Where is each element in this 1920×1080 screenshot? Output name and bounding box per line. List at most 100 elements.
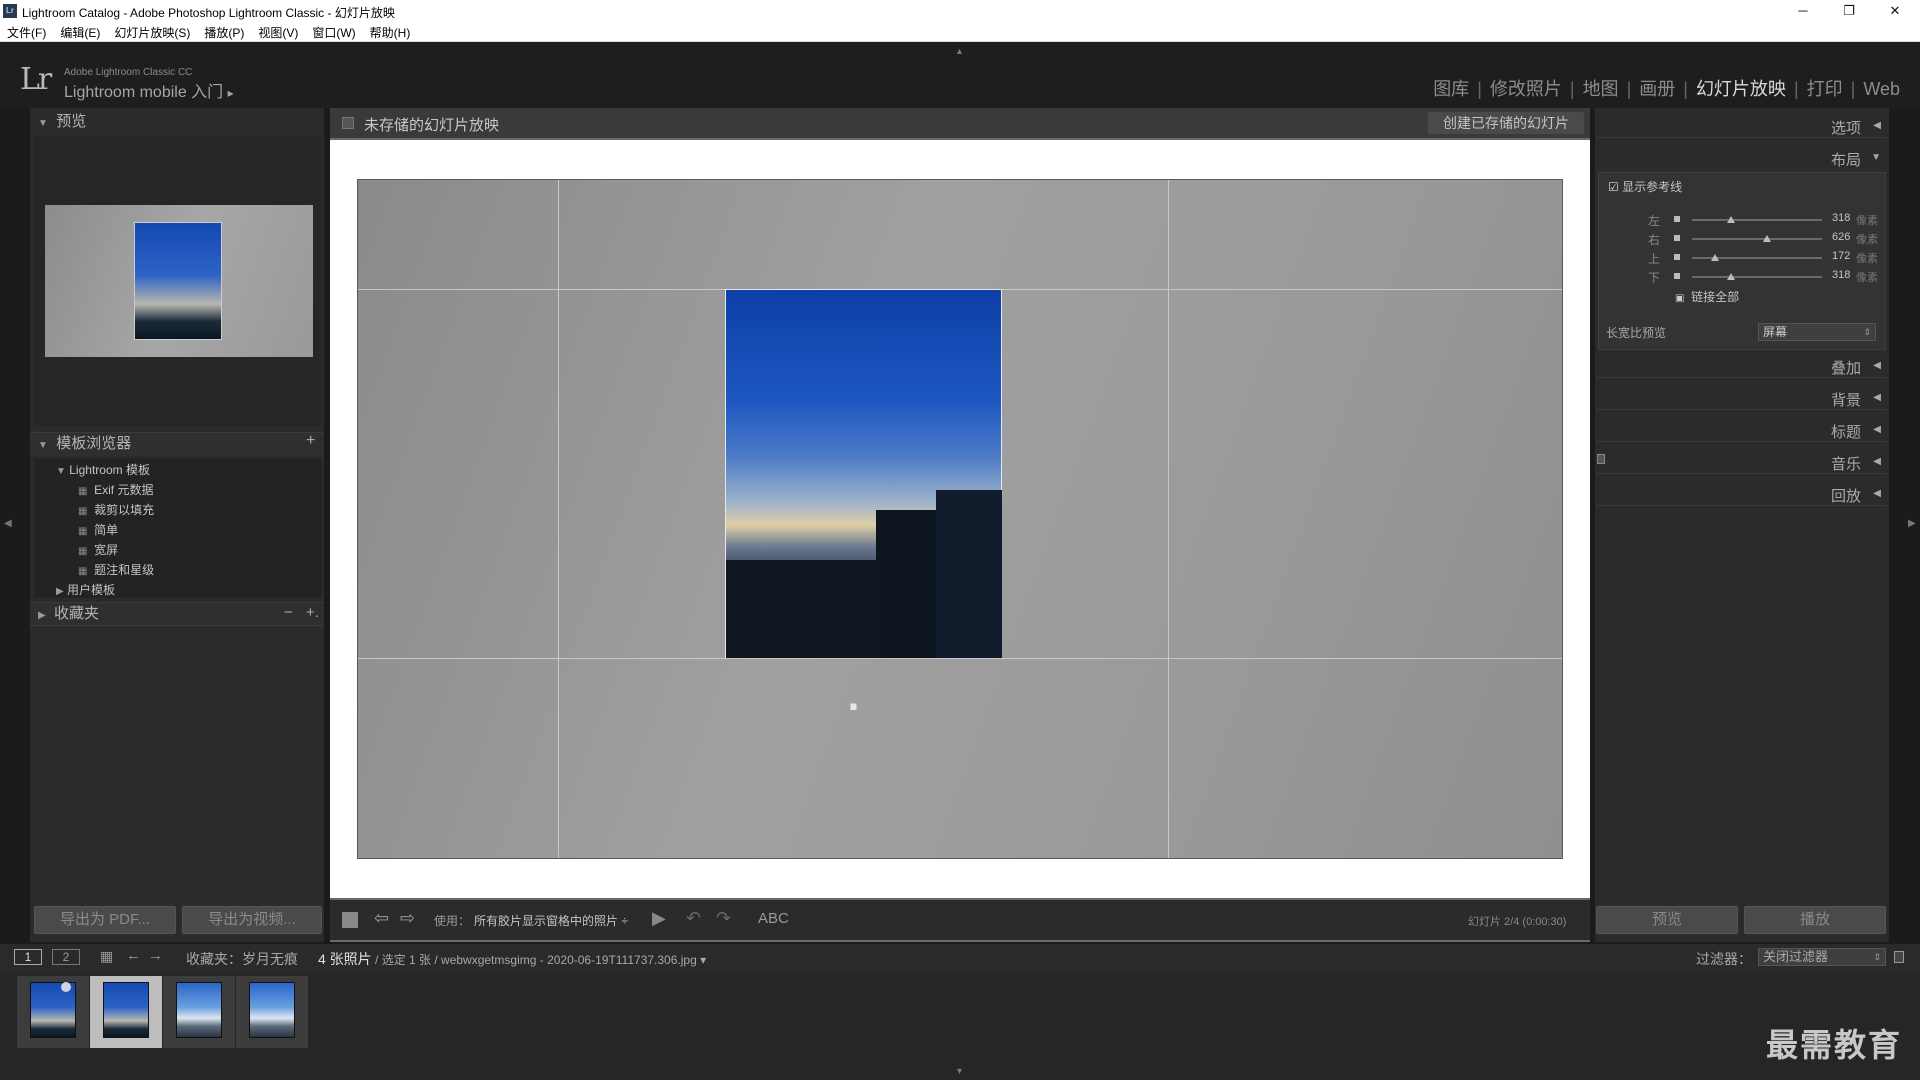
guide-slider-knob[interactable] (1711, 254, 1720, 261)
mobile-link[interactable]: Lightroom mobile 入门 ▸ (64, 78, 234, 102)
menu-slideshow[interactable]: 幻灯片放映(S) (107, 22, 197, 41)
export-video-button[interactable]: 导出为视频... (182, 906, 322, 934)
close-button[interactable]: ✕ (1872, 2, 1918, 22)
guide-slider-knob[interactable] (1763, 235, 1772, 242)
module-book[interactable]: 画册 (1631, 79, 1683, 99)
filmstrip-thumbnail[interactable] (236, 976, 308, 1048)
template-group-user[interactable]: ▶ 用户模板 (56, 581, 115, 598)
slide-photo[interactable] (725, 289, 1002, 658)
guide-bottom[interactable] (358, 658, 1562, 659)
filter-value: 关闭过滤器 (1763, 949, 1829, 964)
menu-edit[interactable]: 编辑(E) (53, 22, 107, 41)
section-header-music[interactable]: 音乐 ◀ (1597, 448, 1887, 474)
filter-lock-icon[interactable] (1894, 951, 1904, 963)
menu-window[interactable]: 窗口(W) (305, 22, 362, 41)
collapse-top-icon[interactable]: ▲ (955, 46, 964, 56)
guide-checkbox[interactable] (1674, 235, 1680, 241)
guide-slider-knob[interactable] (1727, 273, 1735, 280)
add-collection-button[interactable]: +. (306, 604, 319, 621)
link-all-checkbox[interactable]: ▣ 链接全部 (1675, 288, 1739, 305)
menu-file[interactable]: 文件(F) (0, 22, 53, 41)
filmstrip-bar: 1 2 ▦ ← → 收藏夹：岁月无痕 4 张照片 / 选定 1 张 / webw… (0, 944, 1920, 972)
play-icon[interactable]: ▶ (652, 908, 666, 929)
add-text-button[interactable]: ABC (758, 910, 789, 927)
stop-icon[interactable] (342, 912, 358, 928)
section-header-backdrop[interactable]: 背景 ◀ (1597, 384, 1887, 410)
dropdown-icon: ⇕ (1873, 952, 1881, 962)
layout-section-header[interactable]: 布局 ▼ (1597, 144, 1887, 170)
template-grid-icon: ▦ (78, 546, 88, 557)
forward-icon[interactable]: → (148, 947, 163, 964)
menu-play[interactable]: 播放(P) (197, 22, 251, 41)
module-web[interactable]: Web (1855, 79, 1908, 99)
remove-collection-button[interactable]: − (284, 604, 293, 621)
guide-checkbox[interactable] (1674, 254, 1680, 260)
template-item[interactable]: ▦ 裁剪以填充 (78, 501, 322, 518)
template-label: 简单 (94, 523, 119, 537)
create-saved-slideshow-button[interactable]: 创建已存储的幻灯片 (1428, 112, 1584, 134)
rotate-right-icon[interactable]: ↷ (716, 908, 731, 929)
restore-button[interactable]: ❐ (1826, 2, 1872, 22)
menu-help[interactable]: 帮助(H) (363, 22, 418, 41)
previous-icon[interactable]: ⇦ (374, 908, 389, 929)
use-source-select[interactable]: 所有胶片显示窗格中的照片 ÷ (474, 912, 628, 929)
guide-slider-track[interactable] (1692, 219, 1822, 221)
module-map[interactable]: 地图 (1575, 79, 1627, 99)
watermark: 最需教育 (1766, 1027, 1903, 1063)
options-title: 选项 (1830, 120, 1861, 137)
module-library[interactable]: 图库 (1425, 79, 1477, 99)
guide-left[interactable] (558, 180, 559, 858)
grid-view-icon[interactable]: ▦ (100, 948, 113, 965)
template-item[interactable]: ▦ 宽屏 (78, 541, 322, 558)
module-slideshow[interactable]: 幻灯片放映 (1688, 79, 1794, 99)
badge-icon (61, 982, 71, 992)
export-pdf-button[interactable]: 导出为 PDF... (34, 906, 176, 934)
thumbnail-image (249, 982, 295, 1038)
window-1-button[interactable]: 1 (14, 949, 42, 965)
aspect-preview-select[interactable]: 屏幕 ⇕ (1758, 323, 1876, 341)
template-item[interactable]: ▦ 题注和星级 (78, 561, 322, 578)
guide-right[interactable] (1168, 180, 1169, 858)
section-header-playback[interactable]: 回放 ◀ (1597, 480, 1887, 506)
module-picker: 图库 | 修改照片 | 地图 | 画册 | 幻灯片放映 | 打印 | Web (1425, 75, 1908, 101)
minimize-button[interactable]: ─ (1780, 2, 1826, 22)
drag-handle-icon[interactable]: IIII (850, 702, 857, 712)
collapse-bottom-icon[interactable]: ▼ (955, 1066, 964, 1076)
add-template-button[interactable]: + (306, 432, 315, 450)
preview-button[interactable]: 预览 (1596, 906, 1738, 934)
guide-slider-knob[interactable] (1727, 216, 1735, 223)
template-item[interactable]: ▦ 简单 (78, 521, 322, 538)
module-develop[interactable]: 修改照片 (1482, 79, 1570, 99)
rotate-left-icon[interactable]: ↶ (686, 908, 701, 929)
guide-slider-track[interactable] (1692, 238, 1822, 240)
aspect-preview-label: 长宽比预览 (1606, 326, 1667, 340)
preview-panel-header[interactable]: ▼ 预览 (38, 110, 322, 134)
guide-value: 318 (1832, 269, 1851, 281)
next-icon[interactable]: ⇨ (400, 908, 415, 929)
options-section-header[interactable]: 选项 ◀ (1597, 112, 1887, 138)
guide-slider-row: 右 626 像素 (1648, 231, 1884, 247)
filmstrip-thumbnail[interactable] (17, 976, 89, 1048)
music-toggle-icon[interactable] (1597, 454, 1605, 464)
guide-slider-track[interactable] (1692, 276, 1822, 278)
filter-select[interactable]: 关闭过滤器 ⇕ (1758, 948, 1886, 966)
template-item[interactable]: ▦ Exif 元数据 (78, 481, 322, 498)
filmstrip-thumbnail-selected[interactable] (90, 976, 162, 1048)
collapse-right-icon[interactable]: ▶ (1908, 518, 1916, 529)
guide-checkbox[interactable] (1674, 273, 1680, 279)
menu-view[interactable]: 视图(V) (251, 22, 305, 41)
window-2-button[interactable]: 2 (52, 949, 80, 965)
collapse-left-icon[interactable]: ◀ (4, 518, 12, 529)
template-browser-title-row: ▼ 模板浏览器 (38, 432, 131, 456)
guide-checkbox[interactable] (1674, 216, 1680, 222)
section-header-titles[interactable]: 标题 ◀ (1597, 416, 1887, 442)
back-icon[interactable]: ← (126, 947, 141, 964)
play-button[interactable]: 播放 (1744, 906, 1886, 934)
module-print[interactable]: 打印 (1799, 79, 1851, 99)
template-grid-icon: ▦ (78, 486, 88, 497)
show-guides-checkbox[interactable]: ☑ 显示参考线 (1608, 178, 1682, 195)
filmstrip-source[interactable]: 收藏夹：岁月无痕 (186, 949, 298, 969)
section-header-overlay[interactable]: 叠加 ◀ (1597, 352, 1887, 378)
template-group-lightroom[interactable]: ▼ Lightroom 模板 (56, 461, 150, 478)
filmstrip-thumbnail[interactable] (163, 976, 235, 1048)
